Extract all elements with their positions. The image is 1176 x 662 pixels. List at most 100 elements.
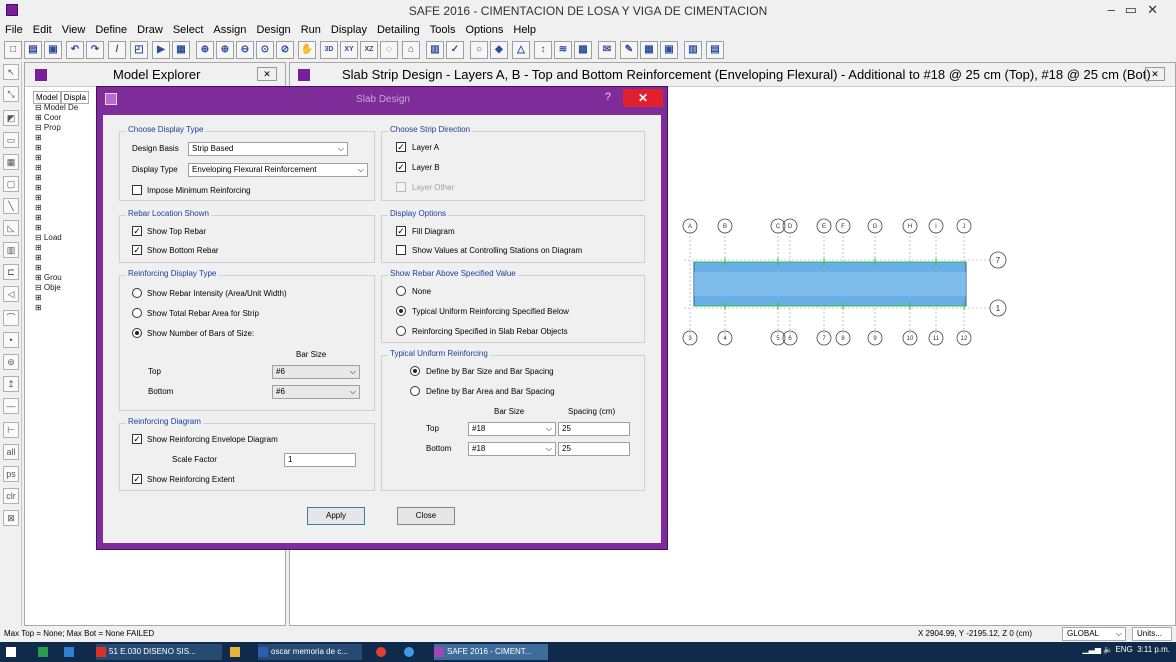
draw-beam-icon[interactable]: ◺	[3, 220, 19, 236]
zoom-in-icon[interactable]: ⊕	[216, 41, 234, 59]
tree-item[interactable]: ⊞	[35, 163, 78, 173]
total-rebar-area-radio[interactable]	[132, 308, 142, 318]
taskbar-item-word[interactable]: oscar memoria de c...	[258, 644, 362, 660]
snap-icon[interactable]: ↥	[3, 376, 19, 392]
tree-item[interactable]: ⊞	[35, 213, 78, 223]
envelope-diagram-checkbox[interactable]: ✓	[132, 434, 142, 444]
maximize-icon[interactable]: ▭	[1125, 2, 1147, 17]
zoom-out-icon[interactable]: ⊖	[236, 41, 254, 59]
perspective-icon[interactable]: ◌	[380, 41, 398, 59]
menu-edit[interactable]: Edit	[28, 22, 57, 38]
show-top-rebar-checkbox[interactable]: ✓	[132, 226, 142, 236]
layers-icon[interactable]: ≋	[554, 41, 572, 59]
menu-design[interactable]: Design	[251, 22, 295, 38]
project-icon[interactable]	[38, 644, 51, 660]
clear-selection-icon[interactable]: clr	[3, 488, 19, 504]
tree-item[interactable]: ⊞	[35, 293, 78, 303]
uniform-top-bar-size-select[interactable]: #18 ⌵	[468, 422, 556, 436]
draw-tendon-icon[interactable]: ⌒	[3, 310, 19, 326]
tree-item[interactable]: ⊞	[35, 153, 78, 163]
volume-icon[interactable]: 🔈	[1103, 645, 1113, 654]
draw-rect-icon[interactable]: ▦	[3, 154, 19, 170]
draw-line-icon[interactable]: ╲	[3, 198, 19, 214]
menu-display[interactable]: Display	[326, 22, 372, 38]
show-values-checkbox[interactable]	[396, 245, 406, 255]
tree-item[interactable]: ⊞	[35, 133, 78, 143]
object-shrink-icon[interactable]: ▥	[426, 41, 444, 59]
redo-icon[interactable]: ↷	[86, 41, 104, 59]
menu-options[interactable]: Options	[460, 22, 508, 38]
tree-item[interactable]: ⊞	[35, 173, 78, 183]
new-icon[interactable]: □	[4, 41, 22, 59]
impose-minimum-checkbox[interactable]	[132, 185, 142, 195]
ie-icon[interactable]	[404, 644, 417, 660]
select-previous-icon[interactable]: ps	[3, 466, 19, 482]
taskbar-item-pdf[interactable]: 51 E.030 DISENO SIS...	[96, 644, 222, 660]
refresh-icon[interactable]: ◰	[130, 41, 148, 59]
menu-help[interactable]: Help	[508, 22, 541, 38]
draw-point-icon[interactable]: •	[3, 332, 19, 348]
xz-view-icon[interactable]: XZ	[360, 41, 378, 59]
tree-item[interactable]: ⊞	[35, 253, 78, 263]
draw-column-icon[interactable]: ⊏	[3, 264, 19, 280]
run-icon[interactable]: ▶	[152, 41, 170, 59]
link-icon[interactable]: ✉	[598, 41, 616, 59]
undo-icon[interactable]: ↶	[66, 41, 84, 59]
draw-strip-icon[interactable]: ◁	[3, 286, 19, 302]
grid-snap-icon[interactable]: ⊢	[3, 422, 19, 438]
coordinate-system-select[interactable]: GLOBAL ⌵	[1062, 627, 1126, 641]
units-button[interactable]: Units...	[1132, 627, 1172, 641]
chart-icon[interactable]: ▥	[684, 41, 702, 59]
menu-assign[interactable]: Assign	[208, 22, 251, 38]
save-icon[interactable]: ▣	[44, 41, 62, 59]
tree-item[interactable]: ⊞	[35, 303, 78, 313]
chrome-icon[interactable]	[376, 644, 389, 660]
model-explorer-close-button[interactable]: ✕	[257, 67, 277, 81]
menu-define[interactable]: Define	[90, 22, 132, 38]
help-icon[interactable]: ?	[605, 91, 611, 103]
tree-item[interactable]: ⊟ Load	[35, 233, 78, 243]
tree-item[interactable]: ⊟ Model De	[35, 103, 78, 113]
folder-icon[interactable]	[230, 644, 243, 660]
apply-button[interactable]: Apply	[307, 507, 365, 525]
tree-item[interactable]: ⊞	[35, 243, 78, 253]
window-controls[interactable]: –▭✕	[1108, 2, 1168, 18]
tree-item[interactable]: ⊞ Coor	[35, 113, 78, 123]
draw-slab-icon[interactable]: ◩	[3, 110, 19, 126]
check-icon[interactable]: ✓	[446, 41, 464, 59]
menu-detailing[interactable]: Detailing	[372, 22, 425, 38]
outlook-icon[interactable]	[64, 644, 77, 660]
layer-other-checkbox[interactable]	[396, 182, 406, 192]
close-icon[interactable]: ✕	[1147, 2, 1168, 17]
grid-icon[interactable]: ▣	[660, 41, 678, 59]
network-icon[interactable]: ▁▃▅	[1083, 645, 1101, 654]
tree-item[interactable]: ⊞	[35, 193, 78, 203]
display-type-select[interactable]: Enveloping Flexural Reinforcement ⌵	[188, 163, 368, 177]
menu-draw[interactable]: Draw	[132, 22, 168, 38]
lock-icon[interactable]: ▦	[172, 41, 190, 59]
number-of-bars-radio[interactable]	[132, 328, 142, 338]
tree-item[interactable]: ⊞ Grou	[35, 273, 78, 283]
rebar-intensity-radio[interactable]	[132, 288, 142, 298]
uniform-top-spacing-input[interactable]: 25	[558, 422, 630, 436]
warning-icon[interactable]: △	[512, 41, 530, 59]
reinforcing-extent-checkbox[interactable]: ✓	[132, 474, 142, 484]
draw-wall-icon[interactable]: ▥	[3, 242, 19, 258]
typical-uniform-radio[interactable]	[396, 306, 406, 316]
menu-run[interactable]: Run	[296, 22, 326, 38]
tree-item[interactable]: ⊟ Prop	[35, 123, 78, 133]
pan-icon[interactable]: ✋	[298, 41, 316, 59]
zoom-window-icon[interactable]: ⊕	[196, 41, 214, 59]
clock[interactable]: 3:11 p.m.	[1137, 645, 1170, 654]
display-icon[interactable]: ↕	[534, 41, 552, 59]
edit-icon[interactable]: ✎	[620, 41, 638, 59]
scale-factor-input[interactable]: 1	[284, 453, 356, 467]
shade-icon[interactable]: ◆	[490, 41, 508, 59]
uniform-bottom-bar-size-select[interactable]: #18 ⌵	[468, 442, 556, 456]
stress-icon[interactable]: ▩	[574, 41, 592, 59]
close-button[interactable]: Close	[397, 507, 455, 525]
line-snap-icon[interactable]: —	[3, 398, 19, 414]
slab-rebar-objects-radio[interactable]	[396, 326, 406, 336]
pencil-icon[interactable]: /	[108, 41, 126, 59]
design-basis-select[interactable]: Strip Based ⌵	[188, 142, 348, 156]
